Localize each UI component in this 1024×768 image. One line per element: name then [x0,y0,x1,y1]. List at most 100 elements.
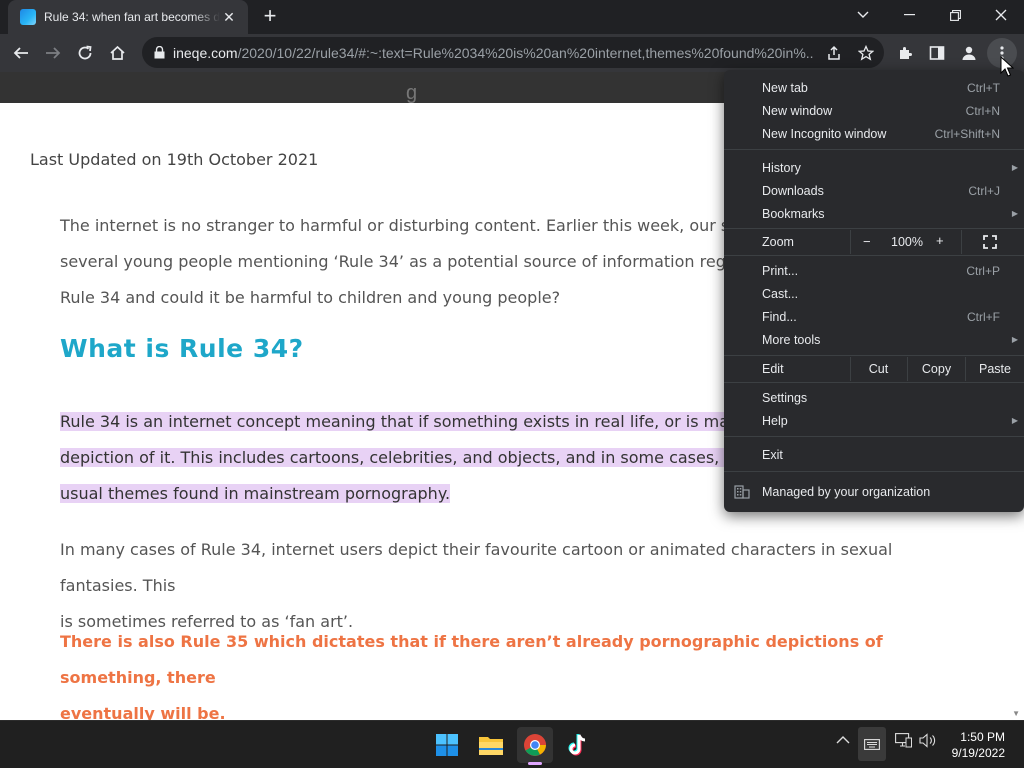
restore-button[interactable] [932,0,978,30]
zoom-in-button[interactable]: + [936,233,944,248]
show-hidden-icons-button[interactable] [836,733,850,748]
network-icon[interactable] [895,733,912,751]
menu-new-incognito[interactable]: New Incognito window Ctrl+Shift+N [724,122,1024,145]
menu-edit-row: Edit Cut Copy Paste [724,357,1024,381]
zoom-controls: − 100% + [850,230,962,254]
tab-close-icon[interactable]: ✕ [220,8,238,26]
rule35-line: eventually will be. [60,704,226,720]
menu-bookmarks[interactable]: Bookmarks ▶ [724,202,1024,225]
back-button[interactable] [6,38,36,68]
section-heading: What is Rule 34? [60,334,304,363]
start-button[interactable] [429,727,465,763]
browser-toolbar: ineqe.com/2020/10/22/rule34/#:~:text=Rul… [0,34,1024,72]
mouse-cursor-icon [1000,56,1014,77]
home-button[interactable] [102,38,132,68]
menu-label: New window [762,103,833,118]
cut-button[interactable]: Cut [850,357,906,381]
reload-button[interactable] [70,38,100,68]
extensions-button[interactable] [890,38,920,68]
menu-divider [724,355,1024,356]
puzzle-icon [900,47,912,59]
edit-label: Edit [762,362,784,376]
menu-new-tab[interactable]: New tab Ctrl+T [724,76,1024,99]
menu-shortcut: Ctrl+F [967,309,1000,324]
menu-cast[interactable]: Cast... [724,282,1024,305]
submenu-arrow-icon: ▶ [1011,209,1018,218]
chrome-menu: New tab Ctrl+T New window Ctrl+N New Incog… [724,70,1024,512]
menu-new-window[interactable]: New window Ctrl+N [724,99,1024,122]
menu-shortcut: Ctrl+N [965,103,1000,118]
menu-shortcut: Ctrl+J [968,183,1000,198]
touch-keyboard-button[interactable] [858,727,886,761]
star-icon [858,45,874,61]
forward-arrow-icon [46,47,61,59]
menu-find[interactable]: Find... Ctrl+F [724,305,1024,328]
rule35-line: There is also Rule 35 which dictates tha… [60,632,883,687]
menu-label: New Incognito window [762,126,887,141]
minimize-icon [903,14,915,16]
submenu-arrow-icon: ▶ [1011,163,1018,172]
address-bar[interactable]: ineqe.com/2020/10/22/rule34/#:~:text=Rul… [142,37,884,68]
home-icon [109,45,125,60]
highlighted-text: usual themes found in mainstream pornogr… [60,484,451,503]
highlighted-text: depiction of it. This includes cartoons,… [60,448,785,467]
share-glyph-icon [828,45,840,60]
menu-history[interactable]: History ▶ [724,156,1024,179]
url-text[interactable]: ineqe.com/2020/10/22/rule34/#:~:text=Rul… [173,45,813,61]
menu-more-tools[interactable]: More tools ▶ [724,328,1024,351]
menu-downloads[interactable]: Downloads Ctrl+J [724,179,1024,202]
file-explorer-button[interactable] [473,727,509,763]
tab-strip: Rule 34: when fan art becomes dangerous … [0,0,1024,34]
forward-button[interactable] [38,38,68,68]
close-window-button[interactable] [978,0,1024,30]
side-panel-icon [929,46,945,60]
profile-icon [962,46,976,60]
taskbar-clock[interactable]: 1:50 PM 9/19/2022 [952,729,1005,761]
paste-button[interactable]: Paste [965,357,1024,381]
tab-search-button[interactable] [840,0,886,30]
active-tab[interactable]: Rule 34: when fan art becomes dangerous … [8,0,248,34]
submenu-arrow-icon: ▶ [1011,416,1018,425]
menu-zoom-row: Zoom − 100% + [724,230,1024,254]
zoom-level: 100% [891,235,923,249]
chevron-up-icon [836,736,850,744]
volume-icon[interactable] [919,733,937,751]
fullscreen-icon[interactable] [982,234,998,250]
menu-label: Find... [762,309,797,324]
minimize-button[interactable] [886,0,932,30]
menu-print[interactable]: Print... Ctrl+P [724,259,1024,282]
menu-help[interactable]: Help ▶ [724,409,1024,432]
zoom-out-button[interactable]: − [863,234,871,249]
menu-shortcut: Ctrl+P [966,263,1000,278]
url-host: ineqe.com [173,44,238,61]
bookmark-star-icon[interactable] [856,43,876,63]
menu-divider [724,436,1024,437]
menu-managed[interactable]: Managed by your organization [724,478,1024,506]
active-app-indicator [528,762,542,765]
tiktok-taskbar-button[interactable] [561,727,597,763]
chrome-taskbar-button[interactable] [517,727,553,765]
menu-divider [724,471,1024,472]
lock-icon [154,46,165,59]
speaker-icon [919,733,936,748]
reload-icon [78,45,92,60]
menu-divider [724,228,1024,229]
restore-icon [949,9,961,21]
clock-date: 9/19/2022 [951,746,1005,760]
menu-label: Settings [762,390,808,405]
share-icon[interactable] [824,43,844,63]
managed-label: Managed by your organization [762,485,931,499]
tiktok-icon [568,734,586,756]
menu-settings[interactable]: Settings [724,386,1024,409]
scroll-down-arrow-icon[interactable]: ▼ [1012,709,1020,718]
building-icon [734,485,750,499]
new-tab-button[interactable]: + [258,5,282,28]
side-panel-button[interactable] [922,38,952,68]
copy-button[interactable]: Copy [907,357,965,381]
menu-exit[interactable]: Exit [724,443,1024,466]
menu-shortcut: Ctrl+Shift+N [934,126,1000,141]
site-favicon-icon [20,9,36,25]
profile-button[interactable] [954,38,984,68]
windows-taskbar: 1:50 PM 9/19/2022 [0,720,1024,768]
menu-label: Cast... [762,286,799,301]
